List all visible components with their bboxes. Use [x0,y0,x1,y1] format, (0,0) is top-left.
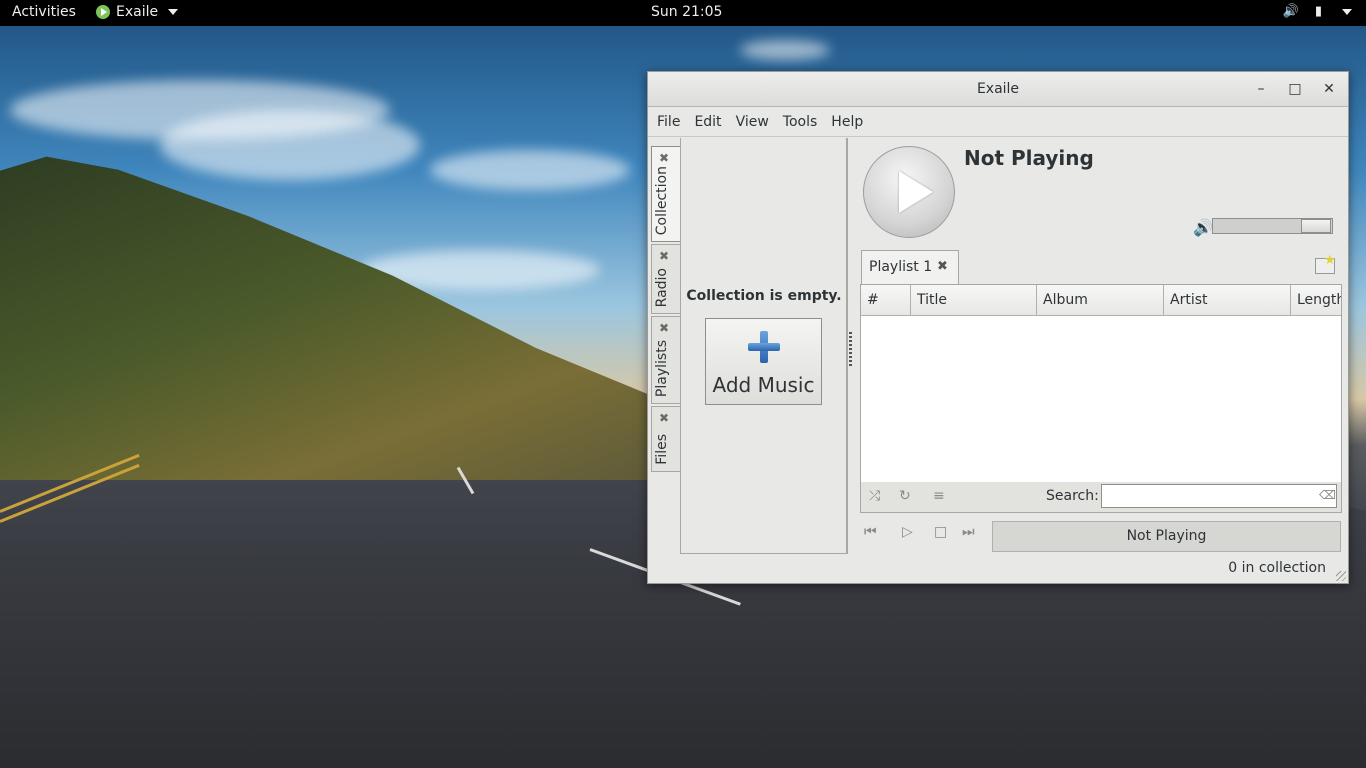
tab-files-label: Files [654,434,670,465]
menu-view[interactable]: View [729,114,776,130]
plus-icon [748,331,780,363]
tab-radio-label: Radio [654,267,670,307]
progress-now-playing[interactable]: Not Playing [992,521,1341,552]
column-title[interactable]: Title [911,285,1037,315]
volume-slider[interactable] [1212,218,1333,234]
tab-collection-label: Collection [654,165,670,235]
volume-icon[interactable]: 🔊 [1193,218,1213,237]
menu-help[interactable]: Help [824,114,870,130]
app-menu-label: Exaile [116,4,159,20]
pane-resize-handle[interactable] [849,332,852,366]
exaile-window: Exaile – □ ✕ File Edit View Tools Help ✖… [647,71,1349,584]
column-number[interactable]: # [861,285,911,315]
volume-icon[interactable]: 🔊 [1283,4,1299,19]
tab-playlists[interactable]: ✖ Playlists [651,316,681,404]
next-icon[interactable]: ⏭ [962,524,975,540]
search-input[interactable] [1101,484,1337,508]
dynamic-icon[interactable]: ≡ [933,488,945,504]
close-button[interactable]: ✕ [1314,72,1344,106]
column-artist[interactable]: Artist [1164,285,1291,315]
menu-bar: File Edit View Tools Help [648,107,1348,137]
resize-grip[interactable] [1336,571,1346,581]
chevron-down-icon [1342,8,1352,15]
close-icon[interactable]: ✖ [659,249,669,263]
activities-button[interactable]: Activities [12,4,76,20]
minimize-button[interactable]: – [1246,72,1276,106]
new-playlist-icon[interactable] [1315,253,1336,274]
collection-empty-text: Collection is empty. [686,288,842,304]
stop-icon[interactable]: □ [934,524,947,540]
playlist-table[interactable]: # Title Album Artist Length [860,284,1342,484]
system-tray[interactable]: 🔊 ▮ [1283,4,1352,19]
clear-search-icon[interactable]: ⌫ [1319,488,1336,502]
window-titlebar[interactable]: Exaile – □ ✕ [648,72,1348,107]
column-length[interactable]: Length [1291,285,1341,315]
previous-icon[interactable]: ⏮ [864,524,877,540]
now-playing-title: Not Playing [964,146,1094,170]
column-album[interactable]: Album [1037,285,1164,315]
tab-collection[interactable]: ✖ Collection [651,146,681,242]
menu-edit[interactable]: Edit [687,114,728,130]
maximize-button[interactable]: □ [1280,72,1310,106]
volume-slider-handle[interactable] [1301,219,1331,233]
battery-icon[interactable]: ▮ [1315,4,1322,19]
close-icon[interactable]: ✖ [937,259,948,274]
repeat-icon[interactable]: ↻ [899,488,911,504]
close-icon[interactable]: ✖ [659,411,669,425]
window-title: Exaile [976,81,1020,97]
playlist-header: # Title Album Artist Length [861,285,1341,316]
shuffle-icon[interactable]: ⤮ [869,488,880,504]
top-bar: Activities Exaile Sun 21:05 🔊 ▮ [0,0,1366,26]
collection-panel: Collection is empty. Add Music [680,138,848,554]
play-icon[interactable]: ▷ [902,524,913,540]
add-music-button[interactable]: Add Music [705,318,822,405]
playlist-tab-label: Playlist 1 [869,259,933,275]
clock[interactable]: Sun 21:05 [651,4,722,20]
menu-file[interactable]: File [650,114,687,130]
tab-playlist-1[interactable]: Playlist 1 ✖ [861,250,959,284]
chevron-down-icon [168,9,179,15]
tab-playlists-label: Playlists [654,339,670,397]
tab-files[interactable]: ✖ Files [651,406,681,472]
playlist-controls: ⤮ ↻ ≡ Search: ⌫ [860,482,1342,513]
close-icon[interactable]: ✖ [659,151,669,165]
search-label: Search: [1046,488,1099,504]
panel-divider [846,138,847,553]
menu-tools[interactable]: Tools [776,114,825,130]
close-icon[interactable]: ✖ [659,321,669,335]
collection-count: 0 in collection [1228,560,1326,576]
play-button[interactable] [863,146,955,238]
app-menu[interactable]: Exaile [96,4,179,20]
add-music-label: Add Music [712,373,815,397]
tab-radio[interactable]: ✖ Radio [651,244,681,314]
exaile-app-icon [96,5,110,19]
